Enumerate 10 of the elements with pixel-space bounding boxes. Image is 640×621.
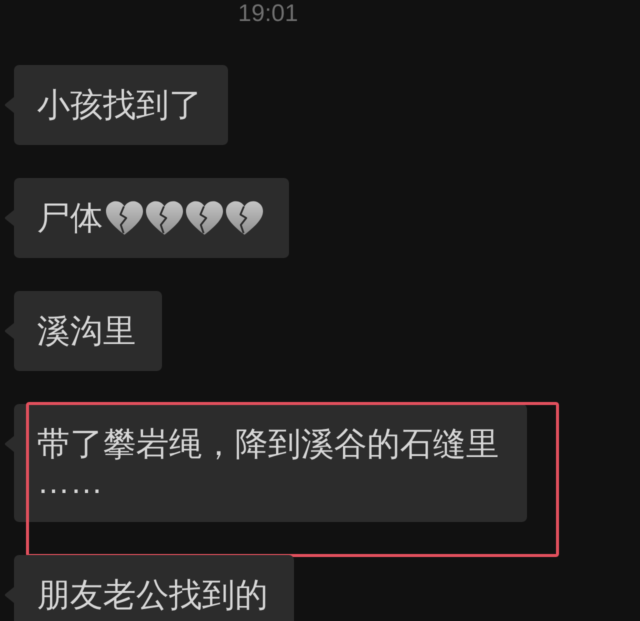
broken-heart-icon xyxy=(146,201,183,235)
message-text: 尸体 xyxy=(37,199,103,237)
message-text: 朋友老公找到的 xyxy=(37,576,268,614)
broken-heart-icon xyxy=(186,201,223,235)
timestamp: 19:01 xyxy=(238,0,298,28)
broken-heart-icon xyxy=(226,201,263,235)
message-text: 带了攀岩绳，降到溪谷的石缝里…… xyxy=(37,425,500,501)
message-text: 小孩找到了 xyxy=(37,86,202,124)
broken-heart-icon xyxy=(106,201,143,235)
message-text: 溪沟里 xyxy=(37,312,136,350)
